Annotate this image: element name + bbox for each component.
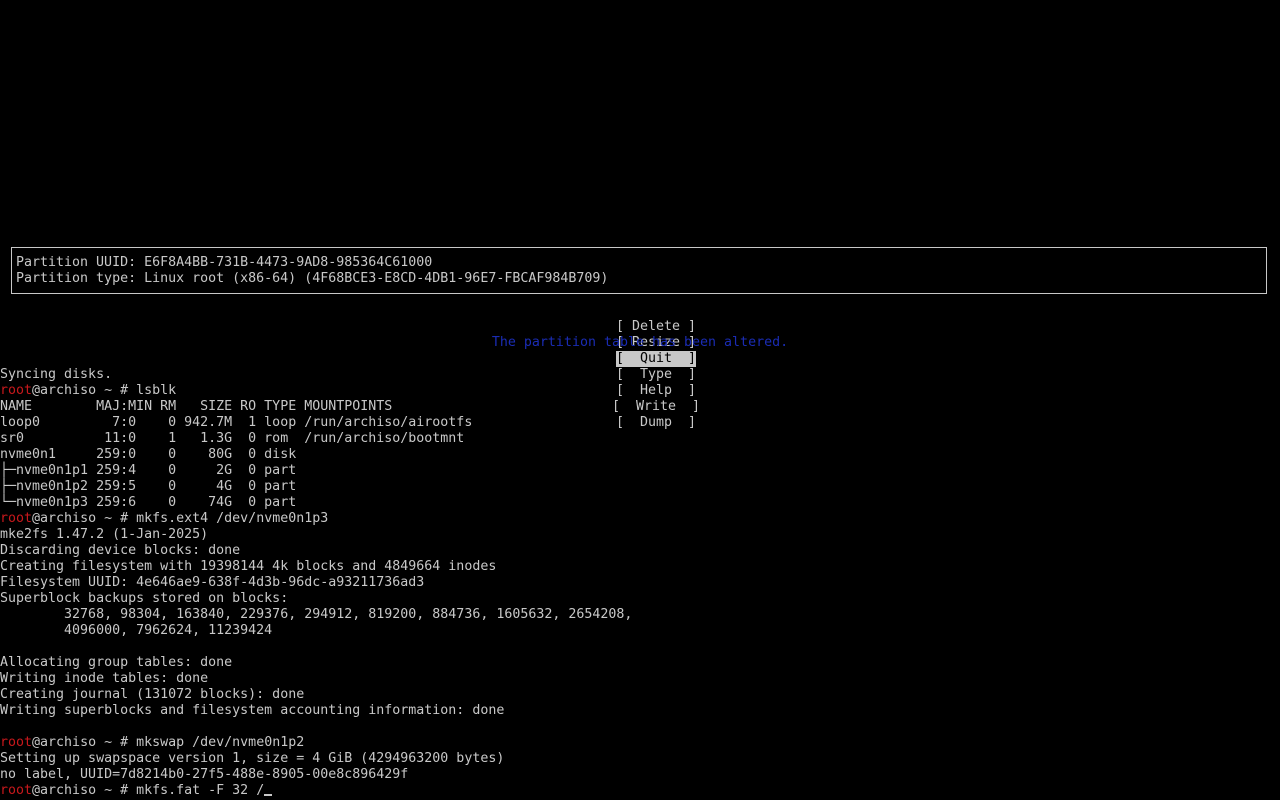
prompt-user: root — [0, 783, 33, 798]
prompt-user: root — [0, 383, 33, 398]
prompt-user: root — [0, 511, 33, 526]
prompt-user: root — [0, 735, 33, 750]
lsblk-row: └─nvme0n1p3 259:6 0 74G 0 part — [0, 495, 297, 510]
terminal-line: Setting up swapspace version 1, size = 4… — [0, 751, 505, 766]
command-text: mkswap /dev/nvme0n1p2 — [136, 735, 305, 750]
terminal-line: Allocating group tables: done — [0, 655, 233, 670]
prompt-host: @archiso ~ # — [32, 783, 137, 798]
terminal-line: 4096000, 7962624, 11239424 — [0, 623, 273, 638]
terminal-line: Creating journal (131072 blocks): done — [0, 687, 305, 702]
terminal-screen[interactable]: Partition UUID: E6F8A4BB-731B-4473-9AD8-… — [0, 0, 1280, 800]
prompt-host: @archiso ~ # — [32, 383, 137, 398]
status-message: The partition table has been altered. — [491, 335, 789, 350]
terminal-line: Discarding device blocks: done — [0, 543, 241, 558]
quit-button[interactable]: [ Quit ] — [615, 351, 697, 367]
prompt-line: root@archiso ~ # mkswap /dev/nvme0n1p2 — [0, 735, 304, 751]
lsblk-row: loop0 7:0 0 942.7M 1 loop /run/archiso/a… — [0, 415, 473, 430]
type-button[interactable]: [ Type ] — [616, 367, 696, 383]
lsblk-row: ├─nvme0n1p1 259:4 0 2G 0 part — [0, 463, 297, 478]
prompt-host: @archiso ~ # — [32, 511, 137, 526]
lsblk-row: sr0 11:0 1 1.3G 0 rom /run/archiso/bootm… — [0, 431, 465, 446]
write-button[interactable]: [ Write ] — [612, 399, 700, 415]
current-prompt-line[interactable]: root@archiso ~ # mkfs.fat -F 32 / — [0, 783, 273, 799]
command-text: lsblk — [136, 383, 177, 398]
prompt-host: @archiso ~ # — [32, 735, 137, 750]
partition-info-box: Partition UUID: E6F8A4BB-731B-4473-9AD8-… — [11, 247, 1267, 294]
terminal-line: Superblock backups stored on blocks: — [0, 591, 289, 606]
prompt-line: root@archiso ~ # mkfs.ext4 /dev/nvme0n1p… — [0, 511, 328, 527]
terminal-line: 32768, 98304, 163840, 229376, 294912, 81… — [0, 607, 633, 622]
terminal-line: Filesystem UUID: 4e646ae9-638f-4d3b-96dc… — [0, 575, 425, 590]
terminal-line: Syncing disks. — [0, 367, 113, 382]
terminal-line: mke2fs 1.47.2 (1-Jan-2025) — [0, 527, 209, 542]
prompt-line: root@archiso ~ # lsblk — [0, 383, 176, 399]
delete-button[interactable]: [ Delete ] — [616, 319, 696, 335]
lsblk-row: ├─nvme0n1p2 259:5 0 4G 0 part — [0, 479, 297, 494]
lsblk-header: NAME MAJ:MIN RM SIZE RO TYPE MOUNTPOINTS — [0, 399, 393, 414]
dump-button[interactable]: [ Dump ] — [616, 415, 696, 431]
cfdisk-menu: [ Delete ] [ Resize ] [ Quit ] [ Type ] … — [0, 303, 1280, 430]
command-text: mkfs.ext4 /dev/nvme0n1p3 — [136, 511, 329, 526]
partition-type: Partition type: Linux root (x86-64) (4F6… — [16, 271, 609, 286]
command-input[interactable]: mkfs.fat -F 32 / — [136, 783, 264, 798]
partition-uuid: Partition UUID: E6F8A4BB-731B-4473-9AD8-… — [16, 255, 433, 270]
terminal-line: Writing superblocks and filesystem accou… — [0, 703, 505, 718]
help-button[interactable]: [ Help ] — [616, 383, 696, 399]
terminal-line: Writing inode tables: done — [0, 671, 209, 686]
terminal-line: no label, UUID=7d8214b0-27f5-488e-8905-0… — [0, 767, 409, 782]
text-cursor — [264, 794, 273, 796]
lsblk-row: nvme0n1 259:0 0 80G 0 disk — [0, 447, 297, 462]
terminal-line: Creating filesystem with 19398144 4k blo… — [0, 559, 497, 574]
